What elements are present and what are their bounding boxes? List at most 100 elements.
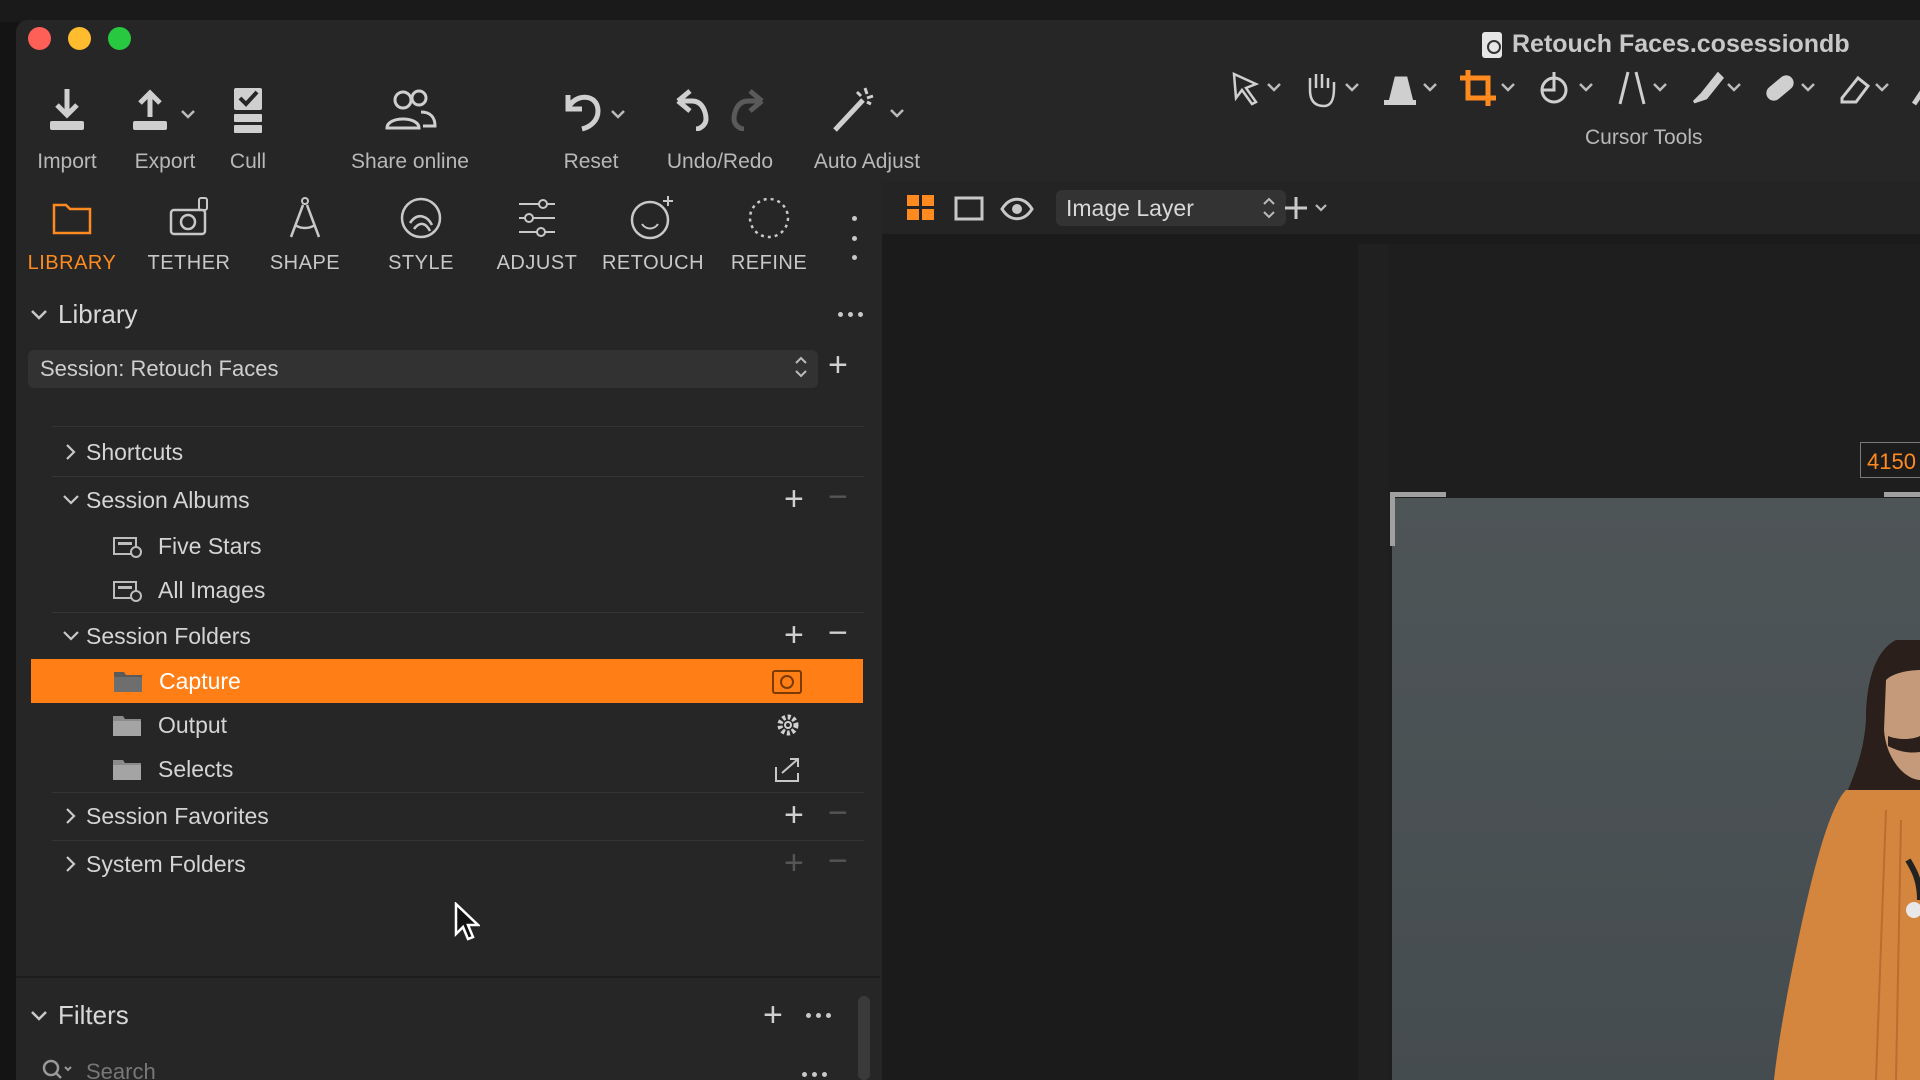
crop-handle-top[interactable] bbox=[1884, 492, 1920, 497]
hand-cursor-tool[interactable] bbox=[1302, 66, 1362, 110]
library-more-icon[interactable] bbox=[838, 312, 863, 317]
users-icon bbox=[383, 80, 437, 140]
tab-style[interactable]: STYLE bbox=[366, 190, 476, 275]
tab-tether-label: TETHER bbox=[147, 252, 231, 274]
tab-library-label: LIBRARY bbox=[27, 252, 117, 274]
remove-folder-button[interactable]: − bbox=[828, 616, 848, 650]
tab-retouch[interactable]: RETOUCH bbox=[598, 190, 708, 275]
tree-row-shortcuts[interactable]: Shortcuts bbox=[56, 430, 862, 474]
mouse-cursor-icon bbox=[454, 902, 480, 941]
add-filter-button[interactable]: + bbox=[763, 998, 783, 1032]
loupe-cursor-tool[interactable] bbox=[1380, 66, 1440, 110]
filters-section-header[interactable]: Filters bbox=[30, 1000, 129, 1031]
search-options-icon[interactable] bbox=[802, 1072, 827, 1077]
tab-refine[interactable]: REFINE bbox=[714, 190, 824, 275]
grid-view-icon[interactable] bbox=[906, 194, 936, 227]
minimize-window-button[interactable] bbox=[68, 27, 91, 50]
remove-system-folder-button[interactable]: − bbox=[828, 844, 848, 878]
magic-wand-icon bbox=[827, 80, 907, 140]
tab-adjust[interactable]: ADJUST bbox=[482, 190, 592, 275]
chevron-down-icon bbox=[56, 494, 86, 506]
redo-icon[interactable] bbox=[730, 85, 766, 136]
import-button[interactable]: Import bbox=[30, 80, 104, 174]
cursor-tools bbox=[1228, 66, 1920, 110]
crop-dimension-readout: 4150 bbox=[1860, 442, 1920, 478]
divider bbox=[52, 426, 864, 427]
style-icon bbox=[398, 190, 444, 246]
window-title-text: Retouch Faces.cosessiondb bbox=[1512, 30, 1850, 58]
tree-row-system-folders[interactable]: System Folders bbox=[56, 842, 862, 886]
keystone-cursor-tool[interactable] bbox=[1614, 66, 1670, 110]
filter-search-field[interactable]: Search bbox=[28, 1054, 828, 1080]
add-system-folder-button[interactable]: + bbox=[784, 846, 804, 880]
divider bbox=[52, 840, 864, 841]
tab-tether[interactable]: TETHER bbox=[134, 190, 244, 275]
auto-adjust-button[interactable]: Auto Adjust bbox=[806, 80, 928, 174]
export-button[interactable]: Export bbox=[128, 80, 202, 174]
tree-row-session-albums[interactable]: Session Albums bbox=[56, 478, 862, 522]
search-icon bbox=[40, 1057, 74, 1080]
filters-scrollbar[interactable] bbox=[858, 996, 870, 1080]
library-section-header[interactable]: Library bbox=[30, 299, 137, 330]
tree-row-session-favorites[interactable]: Session Favorites bbox=[56, 794, 862, 838]
window-title: Retouch Faces.cosessiondb bbox=[1482, 30, 1850, 59]
tree-row-label: System Folders bbox=[86, 850, 246, 877]
folder-icon bbox=[112, 757, 142, 781]
remove-favorite-button[interactable]: − bbox=[828, 796, 848, 830]
healing-cursor-tool[interactable] bbox=[1762, 66, 1818, 110]
updown-chevron-icon bbox=[1262, 195, 1276, 227]
face-sparkle-icon bbox=[628, 190, 678, 246]
chevron-right-icon bbox=[56, 855, 86, 873]
tree-row-label: Session Albums bbox=[86, 486, 250, 513]
album-all-images[interactable]: All Images bbox=[112, 568, 862, 612]
tree-row-session-folders[interactable]: Session Folders bbox=[56, 614, 862, 658]
share-online-button[interactable]: Share online bbox=[342, 80, 478, 174]
photo-subject bbox=[1774, 640, 1920, 1080]
session-select[interactable]: Session: Retouch Faces bbox=[28, 350, 818, 388]
tab-refine-label: REFINE bbox=[730, 252, 808, 274]
import-label: Import bbox=[37, 150, 97, 173]
folder-label: Output bbox=[158, 711, 228, 738]
tab-shape-label: SHAPE bbox=[269, 252, 341, 274]
chevron-down-icon bbox=[56, 630, 86, 642]
panel-divider bbox=[16, 976, 880, 978]
maximize-window-button[interactable] bbox=[108, 27, 131, 50]
reset-button[interactable]: Reset bbox=[556, 80, 626, 174]
tab-library[interactable]: LIBRARY bbox=[17, 190, 127, 275]
capture-folder-camera-icon bbox=[771, 667, 803, 695]
select-cursor-tool[interactable] bbox=[1228, 66, 1284, 110]
crop-handle-top-left[interactable] bbox=[1390, 492, 1446, 546]
album-label: All Images bbox=[158, 576, 266, 603]
preview-eye-icon[interactable] bbox=[1000, 196, 1034, 227]
folder-output[interactable]: Output bbox=[112, 703, 862, 747]
layer-select[interactable]: Image Layer bbox=[1056, 190, 1286, 226]
folder-selects[interactable]: Selects bbox=[112, 747, 862, 791]
export-label: Export bbox=[134, 150, 196, 173]
single-view-icon[interactable] bbox=[954, 196, 984, 227]
undo-icon[interactable] bbox=[674, 85, 710, 136]
folder-label: Selects bbox=[158, 755, 234, 782]
tab-shape[interactable]: SHAPE bbox=[250, 190, 360, 275]
cursor-tools-label: Cursor Tools bbox=[1585, 126, 1703, 149]
add-album-button[interactable]: + bbox=[784, 482, 804, 516]
rotate-cursor-tool[interactable] bbox=[1536, 66, 1596, 110]
export-icon bbox=[130, 80, 200, 140]
add-folder-button[interactable]: + bbox=[784, 618, 804, 652]
add-favorite-button[interactable]: + bbox=[784, 798, 804, 832]
divider bbox=[52, 792, 864, 793]
sliders-icon bbox=[515, 190, 559, 246]
close-window-button[interactable] bbox=[28, 27, 51, 50]
add-layer-button[interactable] bbox=[1284, 194, 1332, 227]
picker-cursor-tool[interactable] bbox=[1910, 66, 1920, 110]
tab-retouch-label: RETOUCH bbox=[601, 252, 705, 274]
add-session-button[interactable]: + bbox=[828, 348, 848, 382]
eraser-cursor-tool[interactable] bbox=[1836, 66, 1892, 110]
remove-album-button[interactable]: − bbox=[828, 480, 848, 514]
album-five-stars[interactable]: Five Stars bbox=[112, 524, 862, 568]
filters-more-icon[interactable] bbox=[806, 1013, 831, 1018]
folder-capture[interactable]: Capture bbox=[31, 659, 863, 703]
more-tabs-icon[interactable] bbox=[850, 216, 858, 260]
crop-cursor-tool[interactable] bbox=[1458, 66, 1518, 110]
brush-cursor-tool[interactable] bbox=[1688, 66, 1744, 110]
cull-button[interactable]: Cull bbox=[222, 80, 274, 174]
